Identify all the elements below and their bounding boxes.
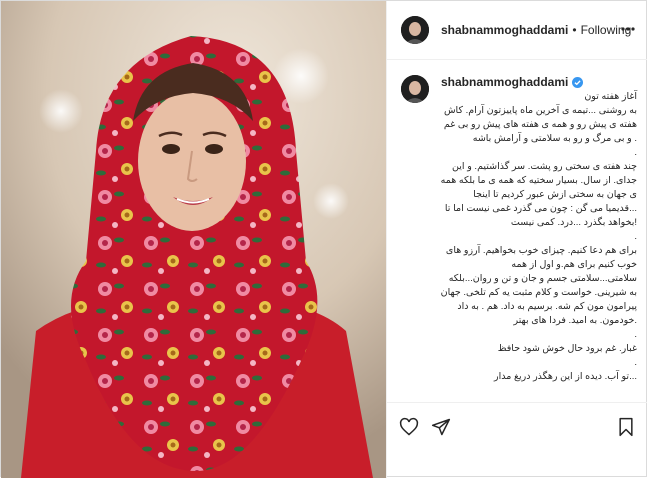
caption-line: ...تو آب. دیده از این رهگذر دریغ مدار	[494, 371, 637, 382]
caption-line: .	[634, 231, 637, 242]
action-bar	[387, 402, 647, 447]
caption-text: آغاز هفته تون به روشنی ...تیمه ی آخرین ما…	[427, 90, 637, 384]
caption-line: .	[634, 147, 637, 158]
heart-icon[interactable]	[399, 417, 419, 437]
avatar[interactable]	[401, 16, 429, 44]
post-header: shabnammoghaddami • Following	[387, 1, 647, 60]
caption-line: ...قدیمیا می گن : چون می گذرد غمی نیست ا…	[444, 203, 637, 214]
caption-line: خوب کنیم برای هم.و اول از همه	[511, 259, 637, 270]
caption-line: جدای. از سال. بسیار سختیه که همه ی ما بل…	[440, 175, 637, 186]
caption-line: پیرامون مون کم شه. برسیم به داد. هم . به…	[457, 301, 637, 312]
avatar-image	[401, 16, 429, 44]
caption-line: سلامتی...سلامتی جسم و جان و تن و روان...…	[448, 273, 637, 284]
caption-line: چند هفته ی سختی رو پشت. سر گذاشتیم. و ای…	[452, 161, 637, 172]
caption-username[interactable]: shabnammoghaddami	[441, 75, 568, 89]
bookmark-icon[interactable]	[616, 417, 636, 437]
separator-dot: •	[572, 23, 577, 37]
avatar-image	[401, 75, 429, 103]
caption-line: به روشنی ...تیمه ی آخرین ماه پاییزتون آر…	[443, 105, 637, 116]
instagram-post: shabnammoghaddami • Following shabnammog…	[0, 0, 647, 478]
header-username[interactable]: shabnammoghaddami	[441, 23, 568, 37]
caption-line: برای هم دعا کنیم. چیزای خوب بخواهیم. آرز…	[445, 245, 637, 256]
caption-line: آغاز هفته تون	[584, 91, 637, 102]
share-icon[interactable]	[431, 417, 451, 437]
post-photo[interactable]	[1, 1, 386, 478]
caption-username-row: shabnammoghaddami	[441, 75, 584, 89]
caption-line: .	[634, 357, 637, 368]
caption-line: غبار. غم برود حال خوش شود حافظ	[497, 343, 637, 354]
caption-line: . و بی مرگ و رو به سلامتی و آرامش باشه	[472, 133, 637, 144]
caption-line: .خودمون. به امید. فردا های بهتر	[513, 315, 637, 326]
portrait-image	[1, 1, 386, 478]
caption-line: هفته ی پیش رو و همه ی هفته های پیش رو بی…	[443, 119, 637, 130]
caption-line: ی جهان به سختی ازش عبور کردیم تا اینجا	[473, 189, 637, 200]
comments-area[interactable]: shabnammoghaddami آغاز هفته تون به روشنی …	[387, 60, 647, 402]
caption-line: به شیرینی. خواست و کلام مثبت یه کم تلخی.…	[440, 287, 637, 298]
verified-badge-icon	[572, 76, 584, 88]
more-options-icon[interactable]	[620, 21, 636, 37]
caption-line: !بخواهد بگذرد ...درد. کمی نیست	[510, 217, 637, 228]
caption-line: .	[634, 329, 637, 340]
avatar[interactable]	[401, 75, 429, 103]
post-side-panel: shabnammoghaddami • Following shabnammog…	[386, 1, 647, 478]
